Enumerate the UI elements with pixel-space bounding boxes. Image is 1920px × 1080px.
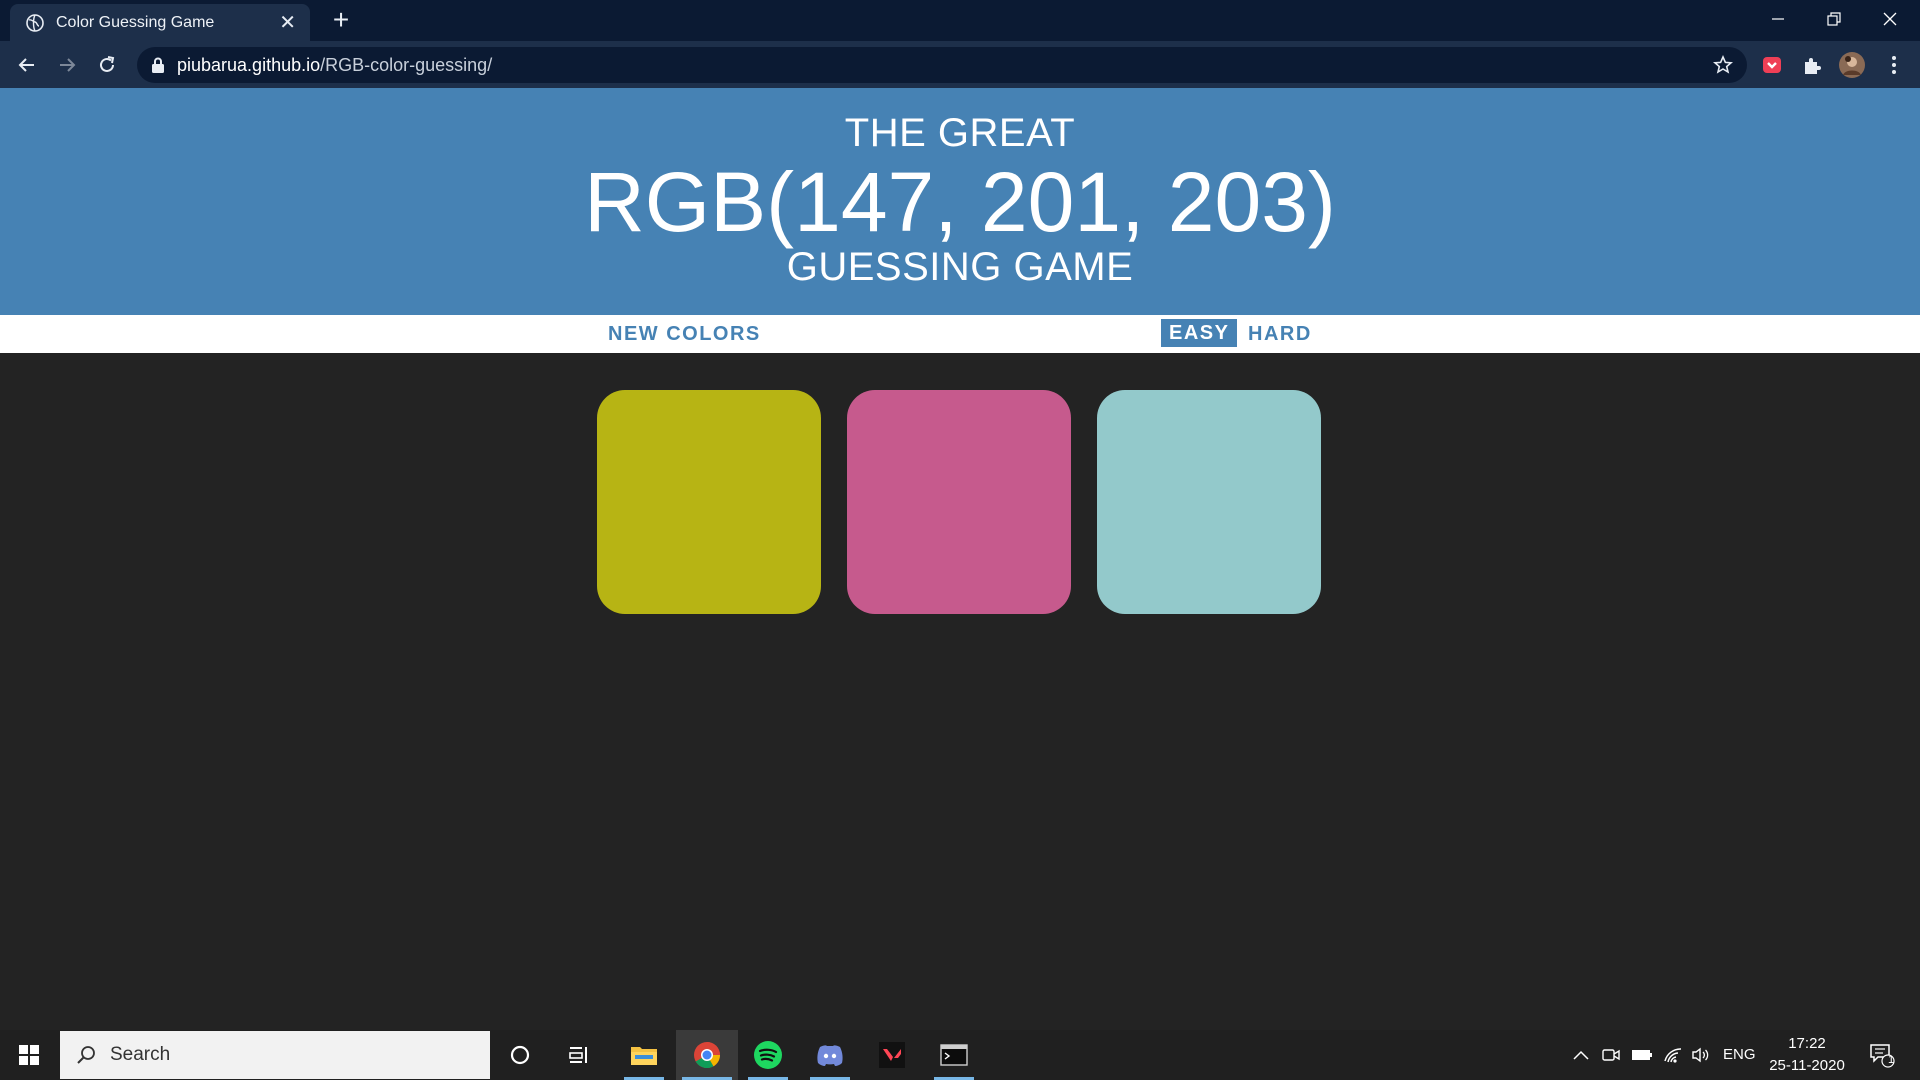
browser-tab[interactable]: Color Guessing Game ✕: [10, 4, 310, 41]
taskbar-search-box[interactable]: Search: [60, 1031, 490, 1079]
windows-logo-icon: [19, 1045, 39, 1065]
spotify-icon: [754, 1041, 782, 1069]
meet-now-tray-button[interactable]: [1598, 1030, 1624, 1080]
rgb-display: RGB(147, 201, 203): [584, 155, 1336, 249]
new-colors-button[interactable]: NEW COLORS: [600, 315, 769, 353]
chrome-icon: [694, 1042, 721, 1069]
address-bar[interactable]: piubarua.github.io/RGB-color-guessing/: [137, 47, 1747, 83]
wifi-tray-button[interactable]: [1660, 1030, 1686, 1080]
close-icon: [1883, 12, 1897, 26]
heading-bottom: GUESSING GAME: [786, 245, 1134, 289]
profile-avatar[interactable]: [1838, 51, 1866, 79]
close-tab-icon[interactable]: ✕: [279, 13, 296, 33]
forward-button[interactable]: [51, 49, 83, 81]
terminal-icon: [940, 1044, 968, 1066]
battery-icon: [1632, 1050, 1652, 1060]
cortana-circle-icon: [510, 1045, 530, 1065]
wifi-icon: [1664, 1048, 1682, 1063]
start-button[interactable]: [0, 1030, 58, 1080]
close-window-button[interactable]: [1862, 0, 1918, 38]
chevron-up-icon: [1573, 1050, 1589, 1060]
controls-stripe: NEW COLORS EASY HARD: [0, 315, 1920, 353]
restore-button[interactable]: [1806, 0, 1862, 38]
browser-tabstrip: Color Guessing Game ✕ +: [0, 0, 1920, 41]
minimize-button[interactable]: [1750, 0, 1806, 38]
discord-icon: [817, 1045, 843, 1066]
heading-top: THE GREAT: [844, 111, 1076, 155]
valorant-icon: [879, 1042, 905, 1068]
browser-toolbar: piubarua.github.io/RGB-color-guessing/: [0, 41, 1920, 88]
url-host: piubarua.github.io: [177, 54, 321, 75]
new-tab-button[interactable]: +: [326, 6, 356, 36]
hard-mode-button[interactable]: HARD: [1240, 315, 1320, 353]
lock-icon: [152, 57, 164, 73]
language-indicator[interactable]: ENG: [1723, 1046, 1756, 1063]
camera-icon: [1602, 1049, 1620, 1061]
back-arrow-icon: [18, 58, 34, 72]
file-explorer-icon: [631, 1047, 657, 1065]
game-page: THE GREAT RGB(147, 201, 203) GUESSING GA…: [0, 88, 1920, 1030]
valorant-taskbar-button[interactable]: [866, 1030, 918, 1080]
discord-taskbar-button[interactable]: [804, 1030, 856, 1080]
task-view-button[interactable]: [556, 1030, 602, 1080]
terminal-taskbar-button[interactable]: [928, 1030, 980, 1080]
chrome-taskbar-button[interactable]: [676, 1030, 738, 1080]
tab-title: Color Guessing Game: [56, 13, 215, 31]
bookmark-star-icon[interactable]: [1713, 55, 1733, 75]
pocket-extension-icon[interactable]: [1758, 51, 1786, 79]
easy-mode-button[interactable]: EASY: [1161, 319, 1238, 347]
url-text: piubarua.github.io/RGB-color-guessing/: [177, 55, 492, 76]
minimize-icon: [1772, 18, 1784, 20]
color-square[interactable]: [847, 390, 1071, 614]
speaker-icon: [1692, 1047, 1709, 1063]
search-icon: [77, 1046, 95, 1064]
game-header: THE GREAT RGB(147, 201, 203) GUESSING GA…: [0, 88, 1920, 315]
file-explorer-taskbar-button[interactable]: [618, 1030, 670, 1080]
globe-icon: [26, 13, 44, 32]
action-center-button[interactable]: 1: [1862, 1030, 1902, 1080]
extensions-puzzle-icon[interactable]: [1798, 51, 1826, 79]
cortana-button[interactable]: [497, 1030, 543, 1080]
forward-arrow-icon: [60, 58, 76, 72]
url-path: /RGB-color-guessing/: [320, 54, 493, 75]
task-view-icon: [569, 1047, 587, 1063]
reload-icon: [100, 56, 115, 72]
show-hidden-icons-button[interactable]: [1568, 1030, 1594, 1080]
spotify-taskbar-button[interactable]: [742, 1030, 794, 1080]
clock-time[interactable]: 17:22: [1772, 1035, 1842, 1052]
restore-icon: [1827, 12, 1841, 26]
reload-button[interactable]: [91, 49, 123, 81]
clock-date[interactable]: 25-11-2020: [1766, 1057, 1848, 1074]
message-display: [900, 315, 1120, 353]
color-square[interactable]: [1097, 390, 1321, 614]
back-button[interactable]: [11, 49, 43, 81]
volume-tray-button[interactable]: [1688, 1030, 1714, 1080]
color-square[interactable]: [597, 390, 821, 614]
search-placeholder: Search: [110, 1044, 171, 1065]
battery-tray-button[interactable]: [1628, 1030, 1656, 1080]
notification-count-badge: 1: [1887, 1054, 1895, 1066]
browser-menu-icon[interactable]: [1880, 51, 1908, 79]
windows-taskbar: Search ENG 17:22 25-11-2020 1: [0, 1030, 1920, 1080]
